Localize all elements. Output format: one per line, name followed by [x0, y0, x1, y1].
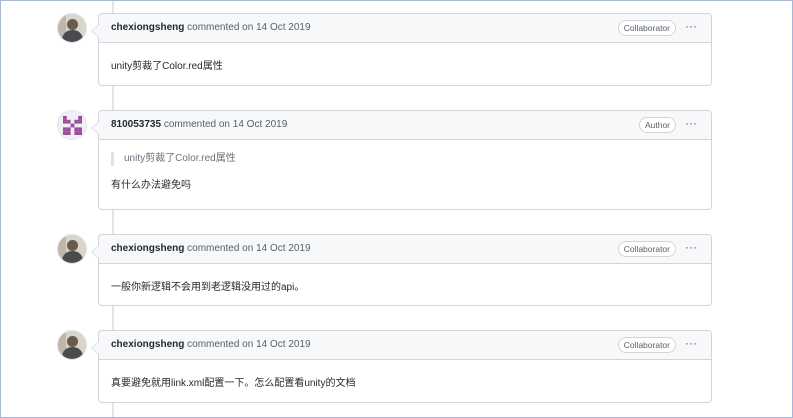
comment-text: 真要避免就用link.xml配置一下。怎么配置看unity的文档 — [111, 378, 356, 389]
comment-box: 810053735 commented on 14 Oct 2019 Autho… — [91, 110, 712, 210]
comment-header-text: chexiongsheng commented on 14 Oct 2019 — [111, 243, 311, 254]
comment-box: chexiongsheng commented on 14 Oct 2019 C… — [91, 234, 712, 306]
avatar-body — [62, 251, 83, 263]
collaborator-badge: Collaborator — [617, 337, 676, 353]
comment-header: 810053735 commented on 14 Oct 2019 Autho… — [99, 111, 711, 140]
comment-box: chexiongsheng commented on 14 Oct 2019 C… — [91, 13, 712, 86]
comment-header-text: chexiongsheng commented on 14 Oct 2019 — [111, 22, 311, 33]
kebab-horizontal-icon[interactable]: ··· — [685, 240, 697, 254]
comment-header: chexiongsheng commented on 14 Oct 2019 C… — [99, 14, 711, 43]
comment-author-link[interactable]: chexiongsheng — [111, 243, 184, 254]
avatar-body — [62, 30, 83, 42]
comment-header: chexiongsheng commented on 14 Oct 2019 C… — [99, 331, 711, 360]
comment-body: unity剪裁了Color.red属性 — [99, 43, 711, 72]
avatar-body — [62, 347, 83, 359]
comment-text: 有什么办法避免吗 — [111, 180, 191, 191]
comment-timestamp[interactable]: commented on 14 Oct 2019 — [187, 339, 310, 350]
comment-timestamp[interactable]: commented on 14 Oct 2019 — [164, 119, 287, 130]
comment-author-link[interactable]: chexiongsheng — [111, 339, 184, 350]
avatar-head — [67, 240, 78, 251]
collaborator-badge: Collaborator — [617, 20, 676, 36]
avatar[interactable] — [57, 330, 87, 360]
comment-text: 一般你新逻辑不会用到老逻辑没用过的api。 — [111, 282, 305, 293]
comment-header: chexiongsheng commented on 14 Oct 2019 C… — [99, 235, 711, 264]
avatar[interactable] — [57, 110, 87, 140]
comment-quote: unity剪裁了Color.red属性 — [111, 152, 699, 166]
comment-author-link[interactable]: chexiongsheng — [111, 22, 184, 33]
comment-timestamp[interactable]: commented on 14 Oct 2019 — [187, 22, 310, 33]
kebab-horizontal-icon[interactable]: ··· — [685, 116, 697, 130]
comment-box: chexiongsheng commented on 14 Oct 2019 C… — [91, 330, 712, 403]
collaborator-badge: Collaborator — [617, 241, 676, 257]
comment-author-link[interactable]: 810053735 — [111, 119, 161, 130]
identicon-icon — [63, 116, 82, 135]
comment-body: 真要避免就用link.xml配置一下。怎么配置看unity的文档 — [99, 360, 711, 389]
comment-header-text: 810053735 commented on 14 Oct 2019 — [111, 119, 287, 130]
comment-body: 一般你新逻辑不会用到老逻辑没用过的api。 — [99, 264, 711, 293]
author-badge: Author — [638, 117, 676, 133]
comment-header-text: chexiongsheng commented on 14 Oct 2019 — [111, 339, 311, 350]
kebab-horizontal-icon[interactable]: ··· — [685, 19, 697, 33]
comment-timestamp[interactable]: commented on 14 Oct 2019 — [187, 243, 310, 254]
avatar-head — [67, 19, 78, 30]
avatar[interactable] — [57, 234, 87, 264]
avatar-head — [67, 336, 78, 347]
comment-text: unity剪裁了Color.red属性 — [111, 61, 223, 72]
avatar[interactable] — [57, 13, 87, 43]
kebab-horizontal-icon[interactable]: ··· — [685, 336, 697, 350]
comment-body: unity剪裁了Color.red属性 有什么办法避免吗 — [99, 140, 711, 191]
